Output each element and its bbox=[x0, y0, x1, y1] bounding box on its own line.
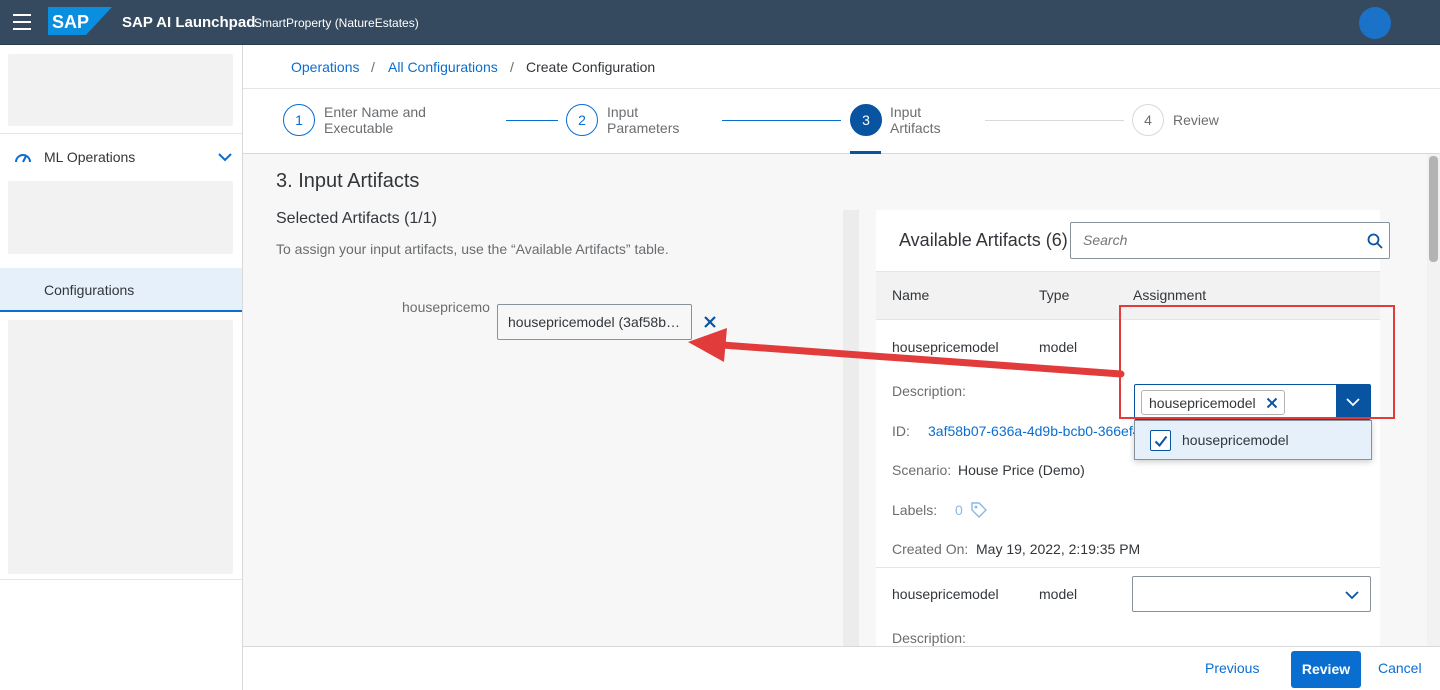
cancel-button[interactable]: Cancel bbox=[1378, 660, 1422, 676]
tenant-name[interactable]: SmartProperty (NatureEstates) bbox=[254, 16, 419, 30]
wizard-step-3-label-line1: Input bbox=[890, 104, 922, 120]
wizard-step-4: 4 bbox=[1132, 104, 1164, 136]
side-navigation: ML Operations Configurations bbox=[0, 45, 243, 690]
description-label: Description: bbox=[892, 630, 966, 646]
nav-placeholder-block bbox=[8, 54, 233, 126]
shell-bar: SAP SAP AI Launchpad SmartProperty (Natu… bbox=[0, 0, 1440, 45]
dropdown-toggle[interactable] bbox=[1336, 385, 1370, 419]
wizard-footer: Previous Review Cancel bbox=[243, 646, 1440, 690]
wizard-content: 3. Input Artifacts Selected Artifacts (1… bbox=[243, 154, 1427, 646]
previous-button[interactable]: Previous bbox=[1205, 660, 1259, 676]
wizard-progress: 1 Enter Name and Executable 2 Input Para… bbox=[243, 89, 1440, 154]
user-avatar[interactable] bbox=[1359, 7, 1391, 39]
search-field[interactable] bbox=[1070, 222, 1390, 259]
column-header-name[interactable]: Name bbox=[892, 287, 929, 303]
breadcrumb-separator: / bbox=[371, 59, 375, 75]
row-divider bbox=[876, 567, 1380, 568]
wizard-step-3-label-line2: Artifacts bbox=[890, 120, 941, 136]
breadcrumb-all-configurations[interactable]: All Configurations bbox=[388, 59, 498, 75]
wizard-step-2-label: Input Parameters bbox=[607, 104, 679, 136]
scrollbar-thumb[interactable] bbox=[1429, 156, 1438, 262]
artifact-type: model bbox=[1039, 586, 1078, 602]
wizard-step-2-label-line1: Input bbox=[607, 104, 639, 120]
assignment-multicombobox[interactable] bbox=[1132, 576, 1371, 612]
nav-configurations-label: Configurations bbox=[44, 282, 135, 298]
breadcrumb-separator: / bbox=[510, 59, 514, 75]
dropdown-option-label[interactable]: housepricemodel bbox=[1182, 432, 1289, 448]
wizard-connector bbox=[985, 120, 1124, 121]
nav-divider bbox=[0, 133, 242, 134]
chevron-down-icon[interactable] bbox=[218, 152, 232, 162]
nav-placeholder-block bbox=[8, 181, 233, 254]
artifact-type: model bbox=[1039, 339, 1078, 355]
assignment-token[interactable]: housepricemodel bbox=[1141, 390, 1285, 415]
assignment-dropdown-list: housepricemodel bbox=[1134, 420, 1372, 460]
description-label: Description: bbox=[892, 383, 966, 399]
artifact-name: housepricemodel bbox=[892, 339, 999, 355]
wizard-step-2-label-line2: Parameters bbox=[607, 120, 680, 136]
nav-divider bbox=[0, 579, 242, 580]
sap-logo[interactable]: SAP bbox=[48, 7, 112, 35]
labels-count[interactable]: 0 bbox=[955, 502, 963, 518]
scenario-label: Scenario: bbox=[892, 462, 952, 478]
close-icon[interactable] bbox=[1266, 397, 1278, 409]
nav-ml-operations[interactable]: ML Operations bbox=[0, 140, 242, 174]
hamburger-icon[interactable] bbox=[13, 14, 31, 30]
nav-configurations[interactable]: Configurations bbox=[0, 268, 242, 312]
column-header-assignment[interactable]: Assignment bbox=[1133, 287, 1206, 303]
nav-placeholder-block bbox=[8, 320, 233, 574]
id-label: ID: bbox=[892, 423, 910, 439]
gauge-icon bbox=[15, 154, 31, 163]
assignment-multicombobox[interactable]: housepricemodel bbox=[1134, 384, 1371, 420]
artifact-name: housepricemodel bbox=[892, 586, 999, 602]
artifact-input-label: housepricemo bbox=[402, 299, 490, 315]
breadcrumb-operations[interactable]: Operations bbox=[291, 59, 359, 75]
wizard-step-1-label-line1: Enter Name and bbox=[324, 104, 426, 120]
breadcrumb: Operations / All Configurations / Create… bbox=[243, 45, 1440, 89]
available-artifacts-panel: Available Artifacts (6) Name Type Assign… bbox=[876, 210, 1390, 646]
assignment-token-label: housepricemodel bbox=[1149, 395, 1256, 411]
checkmark-icon bbox=[1154, 435, 1168, 448]
wizard-step-1[interactable]: 1 bbox=[283, 104, 315, 136]
panel-divider bbox=[843, 210, 859, 646]
labels-label: Labels: bbox=[892, 502, 938, 518]
breadcrumb-current: Create Configuration bbox=[526, 59, 656, 75]
selected-artifacts-title: Selected Artifacts (1/1) bbox=[276, 210, 437, 227]
chevron-down-icon bbox=[1346, 398, 1360, 407]
option-checkbox[interactable] bbox=[1150, 430, 1171, 451]
section-title: 3. Input Artifacts bbox=[276, 170, 420, 192]
wizard-step-3[interactable]: 3 bbox=[850, 104, 882, 136]
wizard-connector bbox=[722, 120, 841, 121]
vertical-scrollbar[interactable] bbox=[1427, 154, 1440, 646]
review-button[interactable]: Review bbox=[1291, 651, 1361, 688]
table-header: Name Type Assignment bbox=[876, 271, 1380, 320]
selected-artifacts-hint: To assign your input artifacts, use the … bbox=[276, 241, 669, 257]
remove-artifact-icon[interactable] bbox=[701, 313, 719, 331]
selected-artifact-token[interactable]: housepricemodel (3af58b… bbox=[497, 304, 692, 340]
search-icon[interactable] bbox=[1367, 233, 1383, 249]
created-on-label: Created On: bbox=[892, 541, 969, 557]
column-header-type[interactable]: Type bbox=[1039, 287, 1069, 303]
wizard-step-1-label: Enter Name and Executable bbox=[324, 104, 426, 136]
scenario-value: House Price (Demo) bbox=[958, 462, 1085, 478]
wizard-step-1-label-line2: Executable bbox=[324, 120, 394, 136]
chevron-down-icon bbox=[1345, 591, 1359, 600]
wizard-step-4-label: Review bbox=[1173, 112, 1219, 128]
search-input[interactable] bbox=[1083, 232, 1353, 248]
app-title: SAP AI Launchpad bbox=[122, 14, 256, 31]
tag-icon[interactable] bbox=[970, 501, 988, 519]
nav-ml-operations-label: ML Operations bbox=[44, 149, 136, 165]
svg-text:SAP: SAP bbox=[52, 12, 89, 32]
wizard-step-2[interactable]: 2 bbox=[566, 104, 598, 136]
wizard-step-3-label: Input Artifacts bbox=[890, 104, 941, 136]
available-artifacts-title: Available Artifacts (6) bbox=[899, 230, 1068, 250]
created-on-value: May 19, 2022, 2:19:35 PM bbox=[976, 541, 1141, 557]
wizard-connector bbox=[506, 120, 558, 121]
